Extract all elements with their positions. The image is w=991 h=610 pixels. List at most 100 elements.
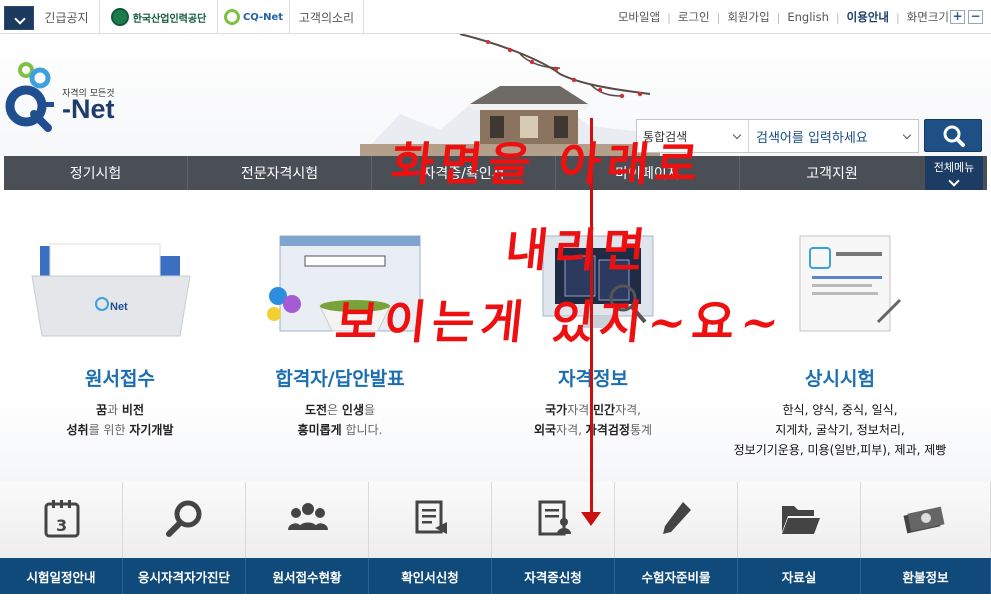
desc-light: 자격,	[556, 423, 586, 437]
desc-light: 과	[107, 403, 122, 417]
hrdk-name: 한국산업인력공단	[132, 13, 207, 25]
top-links: 모바일앱 | 로그인 | 회원가입 | English | 이용안내 | 화면크기	[618, 0, 949, 34]
desc-bold: 인생	[341, 403, 364, 417]
service-title: 원서접수	[85, 368, 155, 390]
calendar-icon: 3	[44, 500, 80, 538]
magnifier-icon	[166, 500, 202, 537]
quick-item-confirmation[interactable]: 확인서신청	[369, 482, 492, 594]
nav-item-regular-exam[interactable]: 정기시험	[4, 156, 188, 190]
voc-label: 고객의소리	[298, 10, 355, 25]
separator: |	[895, 10, 900, 24]
desc-bold: 민간	[593, 403, 616, 417]
folder-open-icon	[782, 506, 820, 534]
logo-name: -Net	[62, 94, 115, 124]
desc-bold: 국가	[545, 403, 568, 417]
quick-label: 자격증신청	[492, 558, 615, 594]
emergency-notice-link[interactable]: 긴급공지	[34, 0, 100, 34]
document-user-icon	[538, 500, 571, 536]
service-title: 상시시험	[805, 368, 875, 390]
folder-icon: Net	[31, 243, 191, 337]
quick-label: 원서접수현황	[246, 558, 369, 594]
quick-item-archive[interactable]: 자료실	[738, 482, 861, 594]
desc-light: 은	[327, 403, 342, 417]
quick-label: 자료실	[738, 558, 861, 594]
zoom-label: 화면크기	[906, 10, 949, 24]
service-description: 국가자격 민간자격, 외국자격, 자격검정통계	[473, 400, 713, 440]
desc-light: 자격,	[615, 403, 641, 417]
desc-bold: 외국	[533, 423, 557, 437]
desc-light: 합니다.	[341, 423, 383, 437]
search-placeholder: 검색어를 입력하세요	[756, 130, 868, 146]
document-reply-icon	[415, 500, 447, 534]
desc-bold: 자기개발	[129, 423, 174, 437]
all-menu-label: 전체메뉴	[933, 161, 975, 174]
service-title: 자격정보	[473, 364, 713, 391]
money-icon	[903, 506, 945, 534]
hrdk-logo: 한국산업인력공단	[110, 8, 207, 26]
desc-bold: 흥미롭게	[297, 423, 342, 437]
quick-menu: 3 시험일정안내 응시자격자가진단 원서접수현황 확인서신청 자격증신청 수험자…	[0, 482, 991, 594]
guide-link[interactable]: 이용안내	[847, 9, 889, 25]
logo-name-text: Net	[71, 94, 115, 124]
quick-item-self-check[interactable]: 응시자격자가진단	[123, 482, 246, 594]
service-title: 합격자/답안발표	[275, 368, 405, 390]
quick-label: 시험일정안내	[0, 558, 123, 594]
mobile-app-link[interactable]: 모바일앱	[618, 9, 660, 25]
annotation-line-3: 보이는게 있지~요~	[332, 295, 788, 349]
svg-text:Net: Net	[110, 301, 128, 313]
chevron-down-icon[interactable]	[4, 6, 34, 30]
service-description: 도전은 인생을 흥미롭게 합니다.	[220, 400, 460, 440]
separator: |	[716, 10, 721, 24]
nav-item-support[interactable]: 고객지원	[740, 156, 924, 190]
cqnet-logo: CQ-Net	[223, 9, 284, 25]
hrdk-link[interactable]: 한국산업인력공단	[100, 0, 218, 34]
desc-bold: 성취	[66, 423, 89, 437]
quick-label: 환불정보	[861, 558, 991, 594]
emergency-notice-label: 긴급공지	[44, 10, 89, 25]
zoom-in-button[interactable]: +	[950, 10, 965, 24]
service-description: 꿈과 비전 성취를 위한 자기개발	[0, 400, 240, 440]
desc-line: 한식, 양식, 중식, 일식,	[782, 403, 898, 417]
desc-bold: 도전	[304, 403, 328, 417]
quick-label: 수험자준비물	[615, 558, 738, 594]
english-link[interactable]: English	[787, 10, 829, 24]
desc-light: 통계	[629, 423, 653, 437]
cqnet-link[interactable]: CQ-Net	[218, 0, 290, 34]
pencil-icon	[663, 502, 691, 534]
search-input[interactable]: 검색어를 입력하세요	[750, 120, 918, 152]
nav-item-professional-exam[interactable]: 전문자격시험	[188, 156, 372, 190]
quick-item-refund[interactable]: 환불정보	[861, 482, 991, 594]
voc-link[interactable]: 고객의소리	[290, 0, 364, 34]
service-description: 한식, 양식, 중식, 일식, 지게차, 굴삭기, 정보처리, 정보기기운용, …	[720, 400, 960, 460]
search-icon	[943, 125, 965, 147]
signup-link[interactable]: 회원가입	[727, 9, 769, 25]
quick-label: 응시자격자가진단	[123, 558, 246, 594]
separator: |	[667, 10, 671, 24]
service-application[interactable]: Net 원서접수 꿈과 비전 성취를 위한 자기개발	[0, 190, 240, 482]
separator: |	[835, 10, 840, 24]
search-button[interactable]	[924, 119, 982, 152]
cqnet-name: CQ-Net	[242, 11, 284, 23]
svg-text:3: 3	[56, 516, 67, 535]
top-utility-bar: 긴급공지 한국산업인력공단 CQ-Net 고객의소리 모바일앱 | 로그인 | 회원…	[0, 0, 991, 34]
desc-light: 을	[364, 403, 376, 417]
desc-line: 정보기기운용, 미용(일반,피부), 제과, 제빵	[733, 443, 947, 457]
quick-item-preparation[interactable]: 수험자준비물	[615, 482, 738, 594]
all-menu-button[interactable]: 전체메뉴	[925, 156, 983, 190]
hrdk-seal-icon	[110, 8, 129, 26]
zoom-out-button[interactable]: −	[968, 10, 983, 24]
quick-item-certificate-request[interactable]: 자격증신청	[492, 482, 615, 594]
quick-label: 확인서신청	[369, 558, 492, 594]
desc-bold: 꿈	[96, 403, 108, 417]
desc-line: 지게차, 굴삭기, 정보처리,	[775, 423, 905, 437]
annotation-line-2: 내리면	[502, 223, 654, 277]
desc-light: 를 위한	[88, 423, 130, 437]
users-icon	[288, 503, 328, 530]
cqnet-ring-icon	[223, 9, 240, 25]
login-link[interactable]: 로그인	[678, 9, 710, 25]
annotation-arrow-head	[581, 512, 601, 526]
quick-item-schedule[interactable]: 3 시험일정안내	[0, 482, 123, 594]
quick-item-application-status[interactable]: 원서접수현황	[246, 482, 369, 594]
desc-bold: 비전	[121, 403, 144, 417]
separator: |	[776, 10, 781, 24]
